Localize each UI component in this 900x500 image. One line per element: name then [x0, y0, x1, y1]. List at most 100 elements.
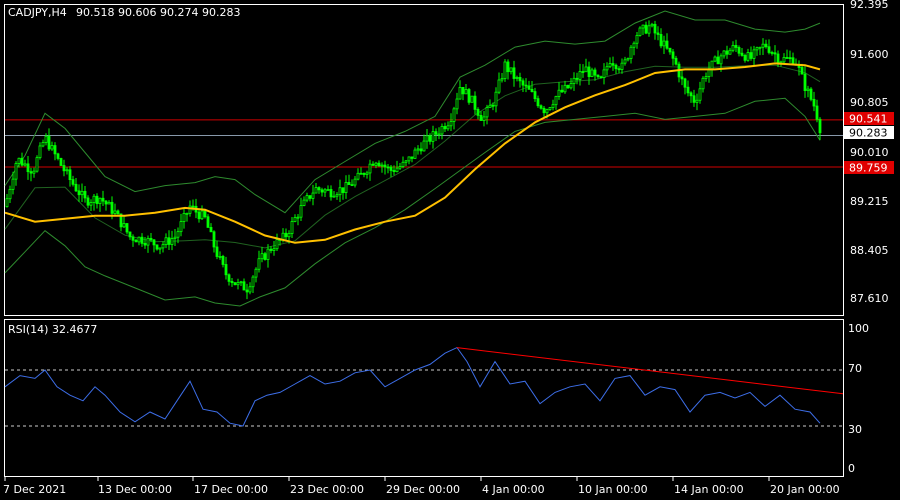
candle-body	[197, 211, 201, 220]
candle-body	[29, 171, 33, 174]
candle-body	[275, 239, 279, 250]
candle-body	[407, 156, 411, 162]
candle-body	[464, 89, 468, 95]
candle-body	[638, 27, 642, 36]
candle-body	[341, 187, 345, 193]
candle-body	[158, 247, 162, 250]
candle-body	[617, 68, 621, 71]
candle-body	[221, 256, 225, 265]
candle-body	[242, 281, 246, 291]
candle-body	[485, 107, 489, 118]
candle-body	[110, 201, 114, 214]
candle-body	[284, 232, 288, 238]
candle-body	[266, 248, 270, 260]
candle-body	[293, 217, 297, 222]
candle-body	[272, 248, 276, 251]
x-tick: 14 Jan 00:00	[674, 483, 744, 496]
candle-body	[680, 76, 684, 80]
candle-body	[182, 212, 186, 222]
candle-body	[269, 248, 273, 251]
candle-body	[314, 187, 318, 194]
candle-body	[149, 237, 153, 241]
symbol-label: CADJPY,H4	[8, 6, 67, 19]
candle-body	[92, 195, 96, 203]
candle-body	[419, 148, 423, 152]
candle-body	[305, 195, 309, 201]
candle-body	[521, 80, 525, 86]
candle-body	[662, 40, 666, 47]
candle-body	[206, 216, 210, 228]
candle-body	[20, 157, 24, 166]
candle-body	[767, 46, 771, 53]
candle-body	[503, 61, 507, 80]
candle-body	[716, 56, 720, 65]
candle-body	[251, 276, 255, 288]
candle-body	[398, 166, 402, 169]
candle-body	[44, 135, 48, 143]
candle-body	[32, 170, 36, 174]
rsi-label: RSI(14) 32.4677	[8, 323, 97, 336]
candle-body	[296, 216, 300, 219]
candle-body	[551, 104, 555, 108]
candle-body	[776, 53, 780, 63]
svg-text:90.283: 90.283	[849, 127, 888, 140]
candle-body	[785, 57, 789, 59]
candle-body	[236, 282, 240, 286]
candle-body	[260, 253, 264, 260]
candle-body	[755, 47, 759, 51]
candle-body	[233, 282, 237, 286]
candle-body	[629, 46, 633, 59]
candle-body	[635, 35, 639, 44]
candle-body	[254, 268, 258, 278]
candle-body	[230, 280, 234, 283]
candle-body	[626, 58, 630, 61]
candle-body	[512, 67, 516, 79]
price-tag-lower: 89.759	[844, 161, 894, 175]
candle-body	[173, 236, 177, 239]
x-tick: 4 Jan 00:00	[482, 483, 545, 496]
candle-body	[674, 57, 678, 65]
candle-body	[5, 198, 9, 208]
candle-body	[608, 63, 612, 68]
candle-body	[620, 62, 624, 70]
y-tick: 89.215	[850, 195, 889, 208]
candle-body	[116, 210, 120, 215]
candle-body	[731, 45, 735, 51]
candle-body	[77, 190, 81, 196]
candle-body	[290, 221, 294, 234]
candle-body	[689, 92, 693, 97]
candle-body	[308, 195, 312, 199]
price-tag-current: 90.283	[844, 126, 894, 140]
candle-body	[437, 133, 441, 136]
candle-body	[59, 158, 63, 166]
candle-body	[56, 153, 60, 159]
x-tick: 20 Jan 00:00	[770, 483, 840, 496]
candle-body	[698, 88, 702, 101]
candle-body	[650, 23, 654, 27]
candle-body	[416, 148, 420, 151]
candle-body	[446, 125, 450, 130]
candle-body	[167, 237, 171, 245]
candle-body	[815, 105, 819, 120]
candle-body	[782, 57, 786, 63]
x-tick: 29 Dec 00:00	[386, 483, 460, 496]
candle-body	[71, 179, 75, 185]
candle-body	[368, 163, 372, 174]
rsi-y-tick: 0	[848, 462, 855, 475]
y-tick: 87.610	[850, 292, 889, 305]
candle-body	[695, 99, 699, 103]
candle-body	[509, 67, 513, 73]
candle-body	[320, 189, 324, 193]
candle-body	[380, 164, 384, 167]
candle-body	[524, 84, 528, 87]
candle-body	[50, 145, 54, 150]
candle-body	[83, 190, 87, 199]
candle-body	[347, 182, 351, 186]
candle-body	[68, 169, 72, 181]
candle-body	[332, 195, 336, 198]
x-tick: 13 Dec 00:00	[98, 483, 172, 496]
candle-body	[125, 223, 129, 233]
candle-body	[224, 264, 228, 276]
candle-body	[38, 145, 42, 159]
candle-body	[404, 160, 408, 163]
